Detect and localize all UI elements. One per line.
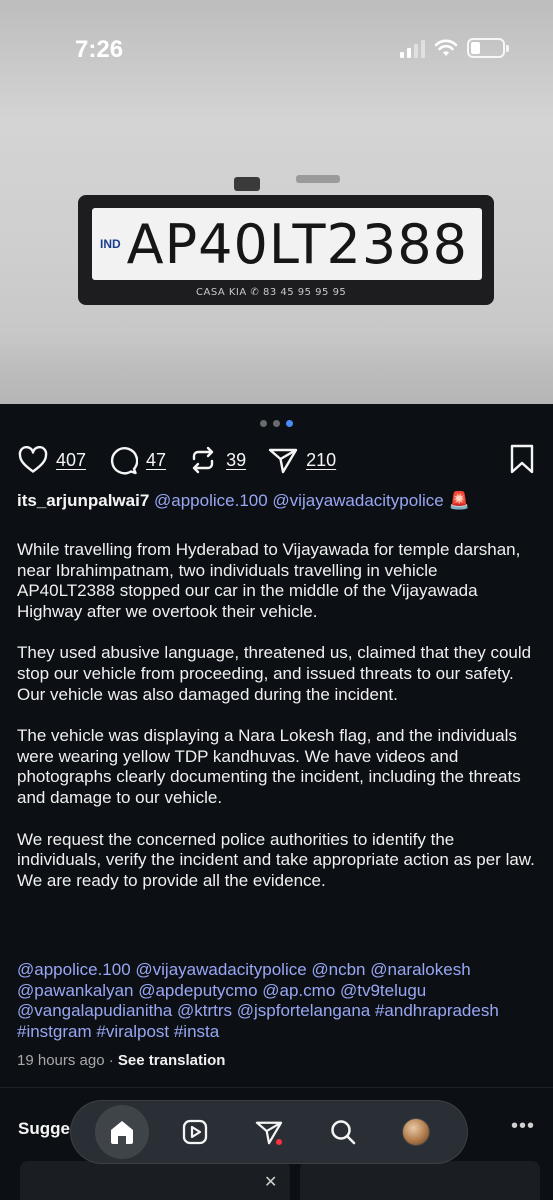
nav-messages[interactable]	[242, 1105, 296, 1159]
carousel-dot	[273, 420, 280, 427]
caption-paragraph: The vehicle was displaying a Nara Lokesh…	[17, 726, 521, 807]
plate-country-code: IND	[100, 237, 121, 251]
carousel-indicator	[0, 420, 553, 427]
share-count[interactable]: 210	[306, 450, 336, 471]
reels-icon	[183, 1119, 208, 1145]
caption-paragraph: They used abusive language, threatened u…	[17, 643, 532, 704]
caption-paragraph: We request the concerned police authorit…	[17, 829, 535, 890]
nav-reels[interactable]	[168, 1105, 222, 1159]
bottom-navigation	[70, 1100, 468, 1164]
send-icon	[268, 448, 298, 474]
repost-button[interactable]: 39	[188, 445, 246, 475]
comment-icon	[110, 447, 139, 475]
avatar	[402, 1118, 431, 1146]
nav-search[interactable]	[316, 1105, 370, 1159]
comment-button[interactable]: 47	[108, 445, 166, 475]
mention-link[interactable]: @appolice.100	[154, 491, 268, 510]
divider	[0, 1087, 553, 1088]
repost-icon	[192, 446, 214, 474]
license-plate: IND AP40LT2388	[92, 208, 482, 280]
carousel-dot-active	[286, 420, 293, 427]
plate-number: AP40LT2388	[126, 212, 468, 276]
rear-camera	[234, 177, 260, 191]
nav-profile[interactable]	[389, 1105, 443, 1159]
cellular-signal-icon	[400, 38, 425, 58]
like-count[interactable]: 407	[56, 450, 86, 471]
siren-emoji: 🚨	[448, 491, 470, 510]
share-button[interactable]: 210	[268, 446, 336, 474]
post-actions: 407 47 39 210	[18, 444, 535, 476]
status-time: 7:26	[75, 36, 124, 63]
comment-count[interactable]: 47	[146, 450, 166, 471]
search-icon	[330, 1120, 355, 1145]
status-icons	[400, 38, 509, 58]
nav-home[interactable]	[94, 1105, 149, 1159]
carousel-dot	[260, 420, 267, 427]
meta-separator: ·	[108, 1052, 114, 1069]
more-options-icon[interactable]: •••	[511, 1115, 535, 1138]
close-icon[interactable]: ✕	[264, 1172, 277, 1192]
plate-dealer-text: CASA KIA ✆ 83 45 95 95 95	[196, 287, 347, 298]
car-trim	[296, 175, 340, 183]
wifi-icon	[434, 39, 458, 56]
caption-paragraph: While travelling from Hyderabad to Vijay…	[17, 540, 521, 621]
heart-icon	[18, 446, 48, 473]
post-caption: While travelling from Hyderabad to Vijay…	[17, 540, 537, 912]
bookmark-icon[interactable]	[509, 444, 535, 474]
post-time: 19 hours ago	[17, 1052, 105, 1069]
home-icon	[110, 1121, 133, 1144]
like-button[interactable]: 407	[18, 446, 86, 474]
post-meta: 19 hours ago · See translation	[17, 1052, 225, 1069]
caption-tags[interactable]: @appolice.100 @vijayawadacitypolice @ncb…	[17, 960, 542, 1042]
suggested-card[interactable]	[300, 1161, 540, 1200]
post-header-line: its_arjunpalwai7 @appolice.100 @vijayawa…	[17, 490, 536, 512]
repost-count[interactable]: 39	[226, 450, 246, 471]
suggested-card[interactable]	[20, 1161, 290, 1200]
battery-icon	[467, 38, 509, 58]
mention-link[interactable]: @vijayawadacitypolice	[272, 491, 443, 510]
notification-dot	[275, 1139, 282, 1145]
see-translation-link[interactable]: See translation	[118, 1052, 226, 1069]
username[interactable]: its_arjunpalwai7	[17, 491, 149, 510]
suggested-heading: Sugge	[18, 1119, 70, 1138]
